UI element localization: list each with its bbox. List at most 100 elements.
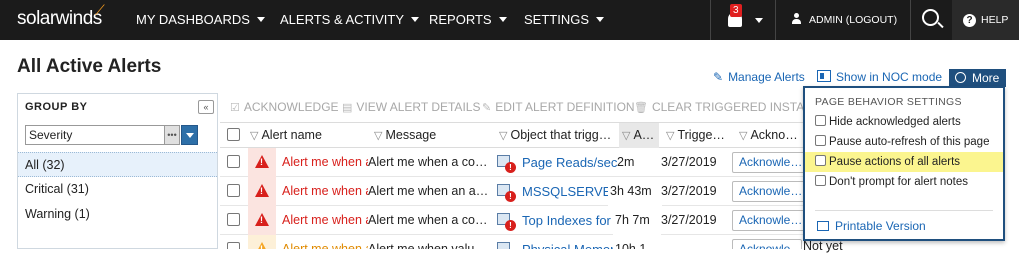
user-logout-link[interactable]: ADMIN (LOGOUT)	[792, 0, 897, 40]
triggered-time: 3/27/2019	[661, 184, 717, 198]
nav-my-dashboards[interactable]: MY DASHBOARDS	[136, 0, 265, 40]
column-object[interactable]: ▽ Object that trigg…	[499, 123, 617, 148]
object-cell: ! MSSQLSERVER	[497, 177, 617, 206]
error-status-icon: !	[505, 162, 516, 173]
alert-name-link[interactable]: Alert me when a	[282, 235, 368, 249]
checkbox[interactable]	[815, 175, 826, 186]
error-status-icon: !	[505, 220, 516, 231]
search-icon	[922, 9, 939, 26]
edit-alert-definition-button[interactable]: ✎ EDIT ALERT DEFINITION	[482, 96, 635, 119]
active-time: 10h 1	[613, 235, 661, 249]
table-row[interactable]: Alert me when a Alert me when a co… ! Pag…	[220, 148, 820, 177]
object-link[interactable]: Page Reads/sec	[522, 148, 617, 177]
help-icon: ?	[963, 14, 976, 27]
nav-reports[interactable]: REPORTS	[429, 0, 507, 40]
table-row[interactable]: Alert me when a Alert me when valu… Phys…	[220, 235, 820, 249]
checkbox[interactable]	[815, 115, 826, 126]
filter-icon: ▽	[250, 130, 259, 142]
notifications-button[interactable]: 3	[724, 0, 768, 40]
group-item-all[interactable]: All (32)	[18, 152, 217, 177]
page-behavior-settings-menu: PAGE BEHAVIOR SETTINGS Hide acknowledged…	[803, 86, 1005, 241]
pause-actions-option[interactable]: Pause actions of all alerts	[805, 152, 1003, 172]
group-item-warning[interactable]: Warning (1)	[18, 202, 217, 227]
trash-icon: 🗑	[634, 102, 648, 114]
column-triggered[interactable]: ▽ Trigge…	[666, 123, 734, 148]
filter-icon: ▽	[739, 130, 748, 142]
column-alert-name[interactable]: ▽ Alert name	[250, 123, 366, 148]
document-icon: ▤	[342, 102, 353, 114]
checkbox[interactable]	[815, 155, 826, 166]
chevron-down-icon	[498, 17, 507, 22]
pencil-icon: ✎	[713, 70, 724, 84]
acknowledge-button[interactable]: ☑ ACKNOWLEDGE	[230, 96, 339, 119]
object-cell: ! Top Indexes for	[497, 206, 617, 235]
show-noc-mode-link[interactable]: Show in NOC mode	[817, 70, 942, 84]
active-time: 7h 7m	[613, 206, 661, 235]
nav-alerts-activity[interactable]: ALERTS & ACTIVITY	[280, 0, 420, 40]
severity-warning-icon	[248, 235, 276, 249]
not-yet-text: Not yet	[803, 239, 843, 253]
manage-alerts-link[interactable]: ✎ Manage Alerts	[713, 70, 805, 84]
pause-auto-refresh-option[interactable]: Pause auto-refresh of this page	[805, 132, 1003, 152]
collapse-panel-button[interactable]: «	[198, 100, 214, 114]
dont-prompt-notes-option[interactable]: Don't prompt for alert notes	[805, 172, 1003, 192]
alert-message: Alert me when a co…	[368, 155, 488, 169]
group-by-dropdown-button[interactable]	[181, 125, 198, 145]
group-by-select[interactable]: Severity	[25, 125, 167, 145]
alert-message: Alert me when a co…	[368, 213, 488, 227]
active-time: 2m	[617, 155, 635, 169]
menu-title: PAGE BEHAVIOR SETTINGS	[815, 96, 962, 108]
printer-icon	[817, 221, 829, 231]
table-row[interactable]: Alert me when a Alert me when a co… ! Top…	[220, 206, 820, 235]
object-cell: ! Page Reads/sec	[497, 148, 617, 177]
select-all-checkbox[interactable]	[227, 123, 245, 148]
row-checkbox[interactable]	[227, 177, 245, 206]
acknowledge-row-button[interactable]: Acknowle…	[732, 239, 802, 249]
triggered-time: 3/27/2019	[661, 213, 717, 227]
flame-icon: ⟋	[95, 2, 105, 18]
group-by-title: GROUP BY	[25, 101, 88, 113]
search-button[interactable]	[912, 0, 952, 40]
triggered-time: 3/27/2019	[661, 155, 717, 169]
hide-acknowledged-option[interactable]: Hide acknowledged alerts	[805, 112, 1003, 132]
view-alert-details-button[interactable]: ▤ VIEW ALERT DETAILS	[342, 96, 480, 119]
group-by-panel: GROUP BY « Severity ••• All (32) Critica…	[17, 93, 218, 249]
group-item-critical[interactable]: Critical (31)	[18, 177, 217, 202]
user-icon	[792, 13, 801, 24]
row-checkbox[interactable]	[227, 235, 245, 249]
column-message[interactable]: ▽ Message	[374, 123, 492, 148]
more-options-icon[interactable]: •••	[164, 125, 180, 145]
printable-version-link[interactable]: Printable Version	[817, 219, 926, 233]
clear-triggered-instance-button[interactable]: 🗑 CLEAR TRIGGERED INSTANCE	[634, 96, 830, 119]
object-link[interactable]: Top Indexes for	[522, 206, 611, 235]
chevron-down-icon	[256, 17, 265, 22]
nav-settings[interactable]: SETTINGS	[524, 0, 605, 40]
object-link[interactable]: MSSQLSERVER	[522, 177, 617, 206]
filter-icon: ▽	[374, 130, 383, 142]
filter-icon: ▽	[499, 130, 508, 142]
help-button[interactable]: ? HELP	[952, 0, 1019, 40]
page-title: All Active Alerts	[17, 56, 162, 77]
alerts-toolbar: ☑ ACKNOWLEDGE ▤ VIEW ALERT DETAILS ✎ EDIT A…	[220, 96, 830, 119]
solarwinds-logo[interactable]: solarwinds ⟋	[17, 2, 105, 30]
table-row[interactable]: Alert me when a Alert me when an a… ! MSS…	[220, 177, 820, 206]
alert-name-link[interactable]: Alert me when a	[282, 148, 368, 177]
more-button[interactable]: More	[949, 69, 1006, 87]
filter-icon: ▽	[622, 130, 631, 142]
column-active-time[interactable]: ▽ A…	[619, 123, 659, 148]
object-link[interactable]: Physical Memory	[522, 235, 617, 249]
chevron-down-icon	[755, 18, 763, 23]
filter-icon: ▽	[666, 130, 675, 142]
chevron-down-icon	[411, 17, 420, 22]
row-checkbox[interactable]	[227, 148, 245, 177]
alert-name-link[interactable]: Alert me when a	[282, 177, 368, 206]
chevron-down-icon	[186, 133, 194, 138]
divider	[815, 210, 993, 211]
top-navigation-bar: solarwinds ⟋ MY DASHBOARDS ALERTS & ACTIV…	[0, 0, 1019, 40]
chevron-down-icon	[596, 17, 605, 22]
row-checkbox[interactable]	[227, 206, 245, 235]
checkbox[interactable]	[815, 135, 826, 146]
alert-name-link[interactable]: Alert me when a	[282, 206, 368, 235]
severity-critical-icon	[248, 177, 276, 206]
pencil-icon: ✎	[482, 102, 492, 114]
